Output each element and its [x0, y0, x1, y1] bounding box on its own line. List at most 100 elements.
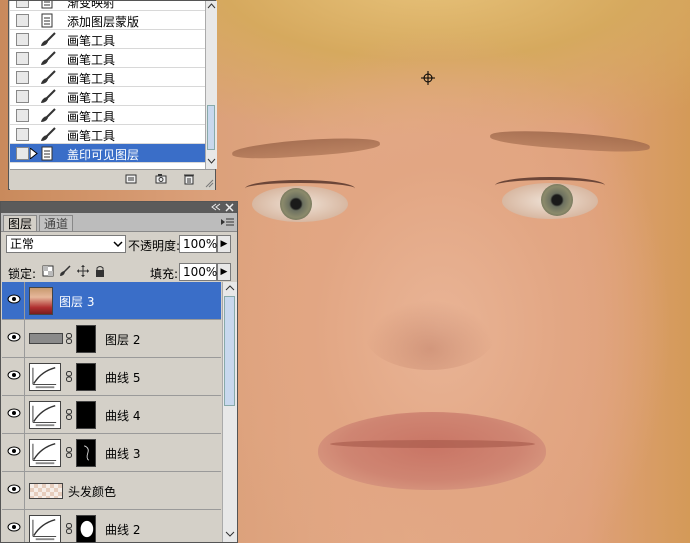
layer-name[interactable]: 曲线 2 — [105, 521, 140, 538]
history-item[interactable]: 添加图层蒙版 — [10, 11, 205, 30]
collapse-icon[interactable] — [211, 203, 221, 211]
opacity-slider-button[interactable]: ▶ — [217, 235, 231, 253]
left-iris — [280, 188, 312, 220]
history-item-label: 画笔工具 — [67, 91, 116, 105]
layer-thumbnail-photo[interactable] — [29, 287, 53, 315]
curves-adjustment-icon[interactable] — [29, 439, 61, 467]
visibility-divider — [24, 472, 25, 509]
layer-thumbnail-transparent[interactable] — [29, 483, 63, 499]
layer-thumbnail-gray[interactable] — [29, 333, 63, 344]
document-icon — [41, 1, 53, 9]
curves-adjustment-icon[interactable] — [29, 363, 61, 391]
scroll-thumb[interactable] — [207, 105, 215, 150]
history-source-checkbox[interactable] — [16, 14, 29, 27]
lips — [318, 412, 546, 490]
visibility-divider — [24, 396, 25, 433]
eye-visibility-icon[interactable] — [7, 446, 21, 456]
layer-row[interactable]: 曲线 3 — [2, 434, 221, 472]
eye-visibility-icon[interactable] — [7, 522, 21, 532]
history-item[interactable]: 画笔工具 — [10, 125, 205, 144]
history-source-checkbox[interactable] — [16, 52, 29, 65]
scroll-down-icon[interactable] — [225, 530, 235, 538]
resize-grip-icon[interactable] — [204, 178, 214, 188]
history-item[interactable]: 画笔工具 — [10, 68, 205, 87]
layer-row[interactable]: 曲线 2 — [2, 510, 221, 542]
layer-name[interactable]: 曲线 3 — [105, 445, 140, 462]
eye-visibility-icon[interactable] — [7, 294, 21, 304]
panel-titlebar[interactable] — [1, 202, 237, 213]
curves-adjustment-icon[interactable] — [29, 515, 61, 542]
history-source-checkbox[interactable] — [16, 33, 29, 46]
layer-row[interactable]: 头发颜色 — [2, 472, 221, 510]
history-item[interactable]: 渐变映射 — [10, 1, 205, 11]
right-eyebrow — [489, 127, 651, 155]
layer-mask-thumbnail[interactable] — [76, 325, 96, 353]
close-icon[interactable] — [225, 203, 234, 212]
layer-row[interactable]: 曲线 4 — [2, 396, 221, 434]
layer-row-selected[interactable]: 图层 3 — [2, 282, 221, 320]
scroll-up-icon[interactable] — [225, 284, 235, 292]
history-source-checkbox[interactable] — [16, 109, 29, 122]
history-item-selected[interactable]: 盖印可见图层 — [10, 144, 205, 163]
history-item[interactable]: 画笔工具 — [10, 49, 205, 68]
snapshot-camera-icon[interactable] — [155, 173, 167, 185]
history-item-label: 添加图层蒙版 — [67, 15, 140, 29]
scroll-down-icon[interactable] — [207, 157, 216, 165]
eye-visibility-icon[interactable] — [7, 408, 21, 418]
history-scrollbar[interactable] — [205, 1, 217, 169]
layer-mask-thumbnail[interactable] — [76, 401, 96, 429]
brush-icon — [41, 32, 56, 46]
history-source-checkbox[interactable] — [16, 90, 29, 103]
layer-name[interactable]: 图层 3 — [59, 293, 94, 310]
curves-adjustment-icon[interactable] — [29, 401, 61, 429]
new-document-from-state-icon[interactable] — [125, 173, 137, 185]
fill-label: 填充: — [150, 267, 179, 281]
eye-visibility-icon[interactable] — [7, 332, 21, 342]
layer-row[interactable]: 曲线 5 — [2, 358, 221, 396]
blend-mode-value: 正常 — [10, 237, 35, 251]
brush-icon — [41, 51, 56, 65]
layer-name[interactable]: 图层 2 — [105, 331, 140, 348]
history-source-checkbox[interactable] — [16, 1, 29, 8]
lock-transparent-pixels-icon[interactable] — [42, 265, 54, 277]
chain-link-icon[interactable] — [66, 371, 72, 382]
layer-row[interactable]: 图层 2 — [2, 320, 221, 358]
chevron-down-icon — [113, 241, 123, 248]
history-source-checkbox[interactable] — [16, 147, 29, 160]
history-source-checkbox[interactable] — [16, 71, 29, 84]
trash-icon[interactable] — [183, 173, 195, 185]
layer-name[interactable]: 头发颜色 — [68, 483, 116, 500]
history-source-checkbox[interactable] — [16, 128, 29, 141]
scroll-thumb[interactable] — [224, 296, 235, 406]
blend-mode-select[interactable]: 正常 — [6, 235, 126, 253]
chain-link-icon[interactable] — [66, 409, 72, 420]
fill-slider-button[interactable]: ▶ — [217, 263, 231, 281]
layers-scrollbar[interactable] — [222, 282, 237, 542]
panel-menu-icon[interactable] — [221, 218, 234, 227]
tab-channels[interactable]: 通道 — [39, 215, 74, 231]
history-item[interactable]: 画笔工具 — [10, 87, 205, 106]
layer-mask-thumbnail[interactable] — [76, 439, 96, 467]
fill-field[interactable]: 100% — [179, 263, 217, 281]
layers-tabs: 图层 通道 — [1, 213, 237, 232]
layer-name[interactable]: 曲线 5 — [105, 369, 140, 386]
opacity-field[interactable]: 100% — [179, 235, 217, 253]
lock-image-pixels-icon[interactable] — [59, 265, 71, 277]
chain-link-icon[interactable] — [66, 523, 72, 534]
layer-mask-thumbnail[interactable] — [76, 363, 96, 391]
eye-visibility-icon[interactable] — [7, 370, 21, 380]
scroll-up-icon[interactable] — [207, 2, 216, 10]
eye-visibility-icon[interactable] — [7, 484, 21, 494]
lock-all-icon[interactable] — [95, 265, 105, 277]
layer-mask-thumbnail[interactable] — [76, 515, 96, 542]
history-item[interactable]: 画笔工具 — [10, 30, 205, 49]
chain-link-icon[interactable] — [66, 333, 72, 344]
document-icon — [41, 146, 53, 161]
left-eyebrow — [231, 134, 381, 162]
history-list: 渐变映射 添加图层蒙版 画笔工具 画笔工具 画笔工具 画笔工具 画笔工具 画笔工… — [10, 1, 205, 169]
lock-position-icon[interactable] — [77, 265, 89, 277]
layer-name[interactable]: 曲线 4 — [105, 407, 140, 424]
history-item[interactable]: 画笔工具 — [10, 106, 205, 125]
chain-link-icon[interactable] — [66, 447, 72, 458]
tab-layers[interactable]: 图层 — [3, 215, 38, 231]
